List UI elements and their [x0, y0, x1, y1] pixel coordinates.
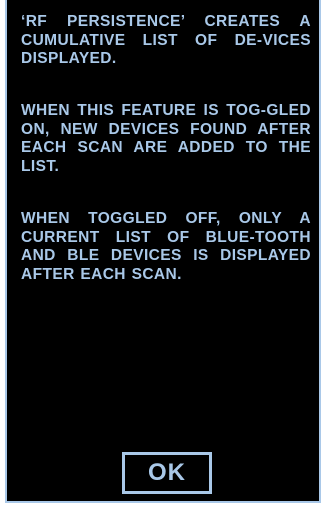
info-paragraph-toggled-on: WHEN THIS FEATURE IS TOG-GLED ON, NEW DE…: [21, 102, 311, 175]
rf-persistence-info-dialog: ‘RF PERSISTENCE’ CREATES A CUMULATIVE LI…: [5, 0, 321, 503]
info-paragraph-toggled-off: WHEN TOGGLED OFF, ONLY A CURRENT LIST OF…: [21, 210, 311, 283]
info-paragraph-definition: ‘RF PERSISTENCE’ CREATES A CUMULATIVE LI…: [21, 13, 311, 67]
ok-button[interactable]: OK: [122, 452, 212, 494]
